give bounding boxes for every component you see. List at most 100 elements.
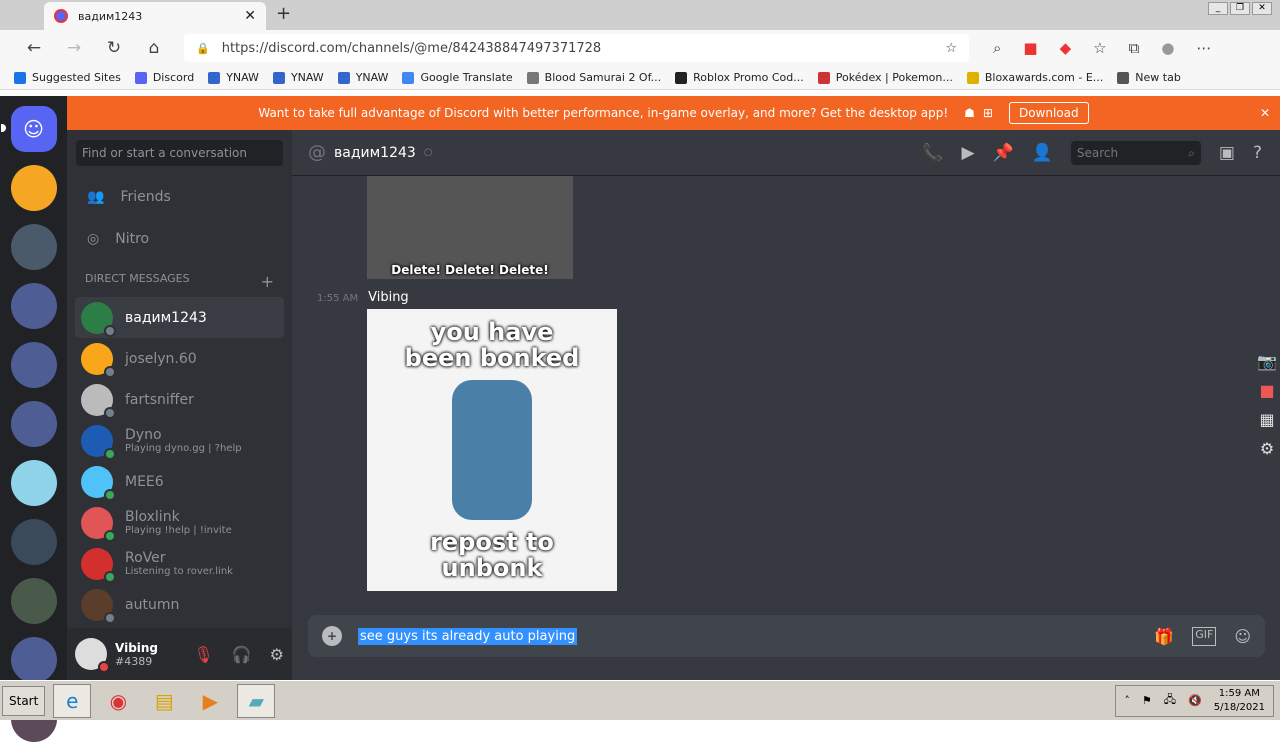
app-taskbar-icon[interactable]: ▰: [237, 683, 276, 718]
bookmark-item[interactable]: YNAW: [272, 71, 324, 84]
emoji-icon[interactable]: ☺: [1234, 627, 1251, 646]
message-composer[interactable]: + see guys its already auto playing 🎁 GIF…: [308, 615, 1265, 657]
friends-link[interactable]: 👥 Friends: [67, 176, 292, 218]
back-icon[interactable]: ←: [14, 38, 54, 58]
dm-item[interactable]: joselyn.60: [75, 338, 284, 379]
inbox-icon[interactable]: ▣: [1219, 143, 1235, 163]
browser-toolbar: ← → ↻ ⌂ 🔒 https://discord.com/channels/@m…: [0, 30, 1280, 66]
discord-home-button[interactable]: ☺: [0, 106, 57, 152]
settings-gear-icon[interactable]: ⚙: [270, 645, 284, 664]
action-center-flag-icon[interactable]: ⚑: [1142, 694, 1152, 707]
media-player-taskbar-icon[interactable]: ▶: [191, 684, 229, 718]
search-icon: ⌕: [1188, 145, 1195, 160]
bookmark-item[interactable]: Bloxawards.com - E...: [966, 71, 1103, 84]
menu-icon[interactable]: ⋯: [1196, 39, 1211, 57]
server-folder[interactable]: [10, 342, 57, 388]
edge-taskbar-icon[interactable]: e: [53, 683, 92, 718]
forward-icon[interactable]: →: [54, 38, 94, 58]
find-conversation-input[interactable]: Find or start a conversation: [76, 140, 283, 166]
network-icon[interactable]: 🖧: [1164, 691, 1176, 710]
voice-call-icon[interactable]: 📞: [922, 143, 943, 163]
server-folder[interactable]: [10, 401, 57, 447]
dm-item[interactable]: вадим1243: [75, 297, 284, 338]
server-icon[interactable]: [10, 460, 57, 506]
gif-button[interactable]: GIF: [1192, 626, 1217, 646]
user-avatar[interactable]: [75, 638, 110, 673]
dm-name: RoVer: [125, 550, 166, 566]
refresh-icon[interactable]: ↻: [94, 38, 134, 58]
status-indicator: [104, 488, 116, 501]
create-dm-icon[interactable]: +: [261, 272, 274, 291]
upload-plus-icon[interactable]: +: [322, 626, 342, 646]
message-author[interactable]: Vibing: [368, 290, 409, 305]
bookmark-item[interactable]: Blood Samurai 2 Of...: [526, 71, 661, 84]
dm-item[interactable]: fartsniffer: [75, 379, 284, 420]
roblox-extension-icon[interactable]: ◆: [1060, 39, 1072, 57]
show-hidden-icons[interactable]: ˄: [1124, 694, 1130, 707]
server-icon[interactable]: [10, 165, 57, 211]
home-icon[interactable]: ⌂: [134, 38, 174, 58]
bookmark-item[interactable]: YNAW: [208, 71, 259, 84]
chrome-taskbar-icon[interactable]: ◉: [99, 684, 137, 718]
favorite-star-icon[interactable]: ☆: [945, 41, 957, 56]
add-friend-icon[interactable]: 👤: [1032, 143, 1053, 163]
windows-taskbar: Start e ◉ ▤ ▶ ▰ ˄ ⚑ 🖧 🔇 1:59 AM 5/18/2021: [0, 680, 1280, 720]
search-icon[interactable]: ⌕: [993, 39, 1001, 57]
new-tab-button[interactable]: +: [276, 3, 291, 24]
clock[interactable]: 1:59 AM 5/18/2021: [1214, 687, 1265, 715]
mute-mic-icon[interactable]: 🎙: [193, 645, 213, 664]
status-indicator: [104, 611, 116, 624]
profile-icon[interactable]: ●: [1161, 39, 1174, 57]
message-input[interactable]: see guys its already auto playing: [358, 627, 578, 645]
dm-activity: Playing dyno.gg | ?help: [125, 443, 242, 454]
pin-icon[interactable]: 📌: [993, 143, 1014, 163]
gallery-icon[interactable]: ▦: [1254, 410, 1280, 429]
bookmark-item[interactable]: Pokédex | Pokemon...: [817, 71, 953, 84]
status-indicator: [104, 324, 116, 337]
gift-icon[interactable]: 🎁: [1154, 627, 1174, 646]
record-icon[interactable]: ■: [1254, 381, 1280, 400]
dm-item[interactable]: Bloxlink Playing !help | !invite: [75, 502, 284, 543]
favorites-icon[interactable]: ☆: [1093, 39, 1106, 57]
server-folder[interactable]: [10, 283, 57, 329]
bookmark-item[interactable]: Discord: [134, 71, 194, 84]
bookmark-item[interactable]: YNAW: [337, 71, 388, 84]
collections-icon[interactable]: ⧉: [1129, 39, 1140, 57]
close-tab-icon[interactable]: ✕: [244, 8, 256, 24]
volume-muted-icon[interactable]: 🔇: [1188, 694, 1202, 707]
explorer-taskbar-icon[interactable]: ▤: [145, 684, 183, 718]
dm-activity: Playing !help | !invite: [125, 525, 232, 536]
search-input[interactable]: Search ⌕: [1070, 140, 1201, 165]
close-banner-icon[interactable]: ✕: [1260, 106, 1270, 120]
server-folder[interactable]: [10, 578, 57, 624]
settings-icon[interactable]: ⚙: [1254, 439, 1280, 458]
minimize-button[interactable]: _: [1208, 2, 1228, 15]
server-folder[interactable]: [10, 519, 57, 565]
video-call-icon[interactable]: ▶: [961, 143, 974, 163]
address-bar[interactable]: 🔒 https://discord.com/channels/@me/842438…: [184, 34, 969, 62]
camera-icon[interactable]: 📷: [1254, 352, 1280, 371]
dm-item[interactable]: MEE6: [75, 461, 284, 502]
browser-tab[interactable]: вадим1243 ✕: [44, 2, 266, 30]
bookmark-item[interactable]: Google Translate: [402, 71, 513, 84]
headphones-icon[interactable]: 🎧: [232, 645, 252, 664]
server-folder[interactable]: [10, 637, 57, 683]
start-button[interactable]: Start: [2, 685, 46, 716]
dm-item[interactable]: RoVer Listening to rover.link: [75, 543, 284, 584]
bookmark-item[interactable]: New tab: [1117, 71, 1181, 84]
server-folder[interactable]: [10, 224, 57, 270]
restore-button[interactable]: ❐: [1230, 2, 1250, 15]
bookmark-item[interactable]: Roblox Promo Cod...: [675, 71, 804, 84]
close-window-button[interactable]: ✕: [1252, 2, 1272, 15]
bookmark-item[interactable]: Suggested Sites: [14, 71, 121, 84]
extension-icon[interactable]: ■: [1023, 39, 1037, 57]
dm-item[interactable]: Dyno Playing dyno.gg | ?help: [75, 420, 284, 461]
gif-attachment[interactable]: Delete! Delete! Delete!: [367, 176, 573, 279]
download-button[interactable]: Download: [1008, 102, 1089, 124]
nitro-link[interactable]: ◎ Nitro: [67, 218, 292, 260]
dm-item[interactable]: autumn: [75, 584, 284, 625]
bonk-gif-attachment[interactable]: you have been bonked repost to unbonk: [367, 309, 617, 591]
dm-avatar: [81, 342, 116, 378]
help-icon[interactable]: ?: [1253, 143, 1262, 163]
url-text: https://discord.com/channels/@me/8424388…: [221, 40, 602, 56]
